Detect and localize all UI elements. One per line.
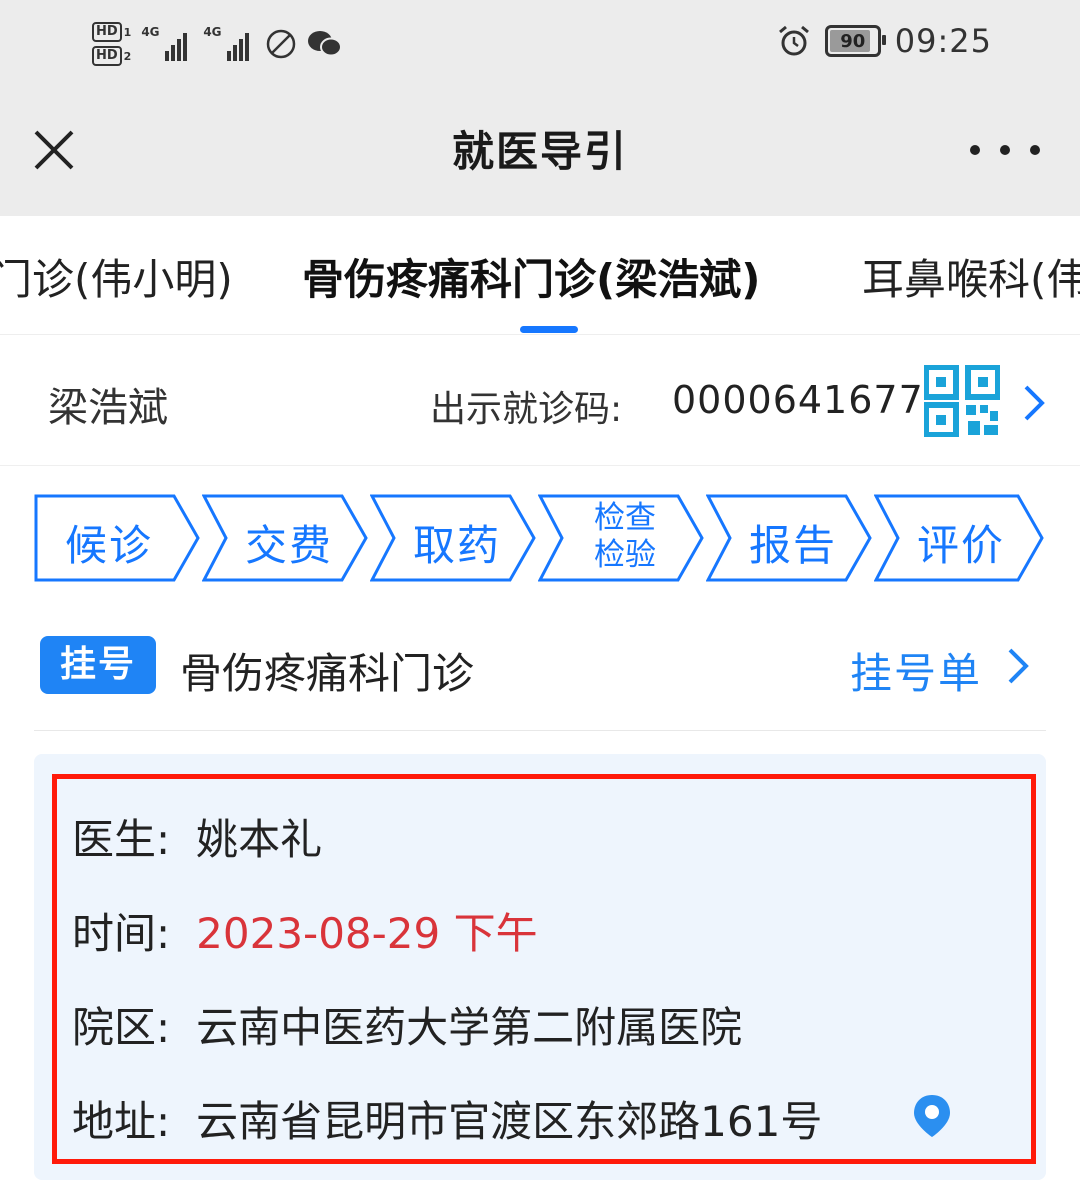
chevron-right-icon [1024, 385, 1045, 421]
step-label: 评价 [916, 521, 1005, 570]
address-text: 云南省昆明市官渡区东郊路161号 [196, 1097, 823, 1146]
step-evaluation[interactable]: 评价 [874, 494, 1046, 582]
battery-icon: 90 [824, 25, 886, 57]
step-waiting[interactable]: 候诊 [34, 494, 202, 582]
sim-slot: 1 [123, 25, 132, 39]
status-bar: HD 1 HD 2 4G 4G 90 09:25 [0, 0, 1080, 90]
appointment-time: 2023-08-29 下午 [196, 909, 538, 958]
sim-indicators: HD 1 HD 2 [92, 22, 131, 66]
qr-code-icon[interactable] [924, 365, 1000, 437]
campus-label: 院区: [72, 1003, 171, 1052]
tab-department-active[interactable]: 骨伤疼痛科门诊(梁浩斌) [302, 246, 760, 307]
network-type: 4G [141, 25, 160, 39]
step-pickup-medicine[interactable]: 取药 [370, 494, 538, 582]
signal-icon: 4G [141, 25, 193, 61]
address-label: 地址: [72, 1097, 171, 1146]
clock: 09:25 [894, 22, 992, 60]
campus-row: 院区: 云南中医药大学第二附属医院 [72, 994, 742, 1055]
more-dot [1030, 145, 1040, 155]
more-button[interactable] [970, 130, 1040, 170]
step-label: 取药 [412, 521, 501, 570]
sim1-indicator: HD 1 [92, 22, 131, 42]
visit-code-label: 出示就诊码: [430, 389, 623, 430]
location-pin-icon[interactable] [912, 1093, 952, 1139]
chevron-right-icon[interactable] [1004, 646, 1032, 686]
department-tabs: 门诊(伟小明) 骨伤疼痛科门诊(梁浩斌) 耳鼻喉科(伟 [0, 216, 1080, 335]
step-payment[interactable]: 交费 [202, 494, 370, 582]
visit-code-value: 0000641677 [672, 378, 924, 422]
campus-name: 云南中医药大学第二附属医院 [196, 1003, 743, 1052]
step-label: 检查 检验 [550, 500, 700, 574]
step-label-line: 检验 [594, 537, 656, 573]
registration-department: 骨伤疼痛科门诊 [180, 649, 475, 698]
network-type: 4G [203, 25, 222, 39]
hd-label: HD [92, 46, 122, 66]
battery-level: 90 [840, 30, 866, 52]
tab-department[interactable]: 门诊(伟小明) [0, 246, 233, 307]
step-label-line: 检查 [594, 500, 656, 536]
doctor-name: 姚本礼 [196, 815, 323, 864]
patient-row[interactable]: 梁浩斌 出示就诊码: 0000641677 [0, 335, 1080, 466]
registration-badge: 挂号 [40, 636, 156, 694]
wechat-icon [308, 31, 343, 57]
patient-name: 梁浩斌 [48, 385, 168, 431]
hd-label: HD [92, 22, 122, 42]
status-left: HD 1 HD 2 4G 4G [92, 14, 343, 74]
status-right: 90 09:25 [777, 22, 992, 60]
alarm-icon [778, 25, 809, 56]
visit-steps: 候诊 交费 取药 检查 检验 报告 评价 [34, 494, 1046, 582]
step-label: 报告 [748, 521, 837, 570]
more-dot [970, 145, 980, 155]
address-row: 地址: 云南省昆明市官渡区东郊路161号 [72, 1088, 822, 1149]
time-label: 时间: [72, 909, 171, 958]
step-label: 交费 [244, 521, 333, 570]
step-label: 候诊 [64, 521, 153, 570]
sim-slot: 2 [123, 49, 132, 63]
registration-slip-link[interactable]: 挂号单 [850, 640, 982, 701]
step-report[interactable]: 报告 [706, 494, 874, 582]
signal-icon: 4G [203, 25, 255, 61]
doctor-label: 医生: [72, 815, 171, 864]
step-examination[interactable]: 检查 检验 [538, 494, 706, 582]
tab-department[interactable]: 耳鼻喉科(伟 [862, 246, 1080, 307]
time-row: 时间: 2023-08-29 下午 [72, 900, 538, 961]
title-bar: 就医导引 [0, 90, 1080, 216]
doctor-row: 医生: 姚本礼 [72, 806, 322, 867]
more-dot [1000, 145, 1010, 155]
sim2-indicator: HD 2 [92, 46, 131, 66]
registration-row: 挂号 骨伤疼痛科门诊 挂号单 [34, 636, 1046, 731]
page-title: 就医导引 [451, 127, 628, 176]
active-tab-indicator [520, 326, 578, 333]
nfc-icon [267, 29, 296, 59]
